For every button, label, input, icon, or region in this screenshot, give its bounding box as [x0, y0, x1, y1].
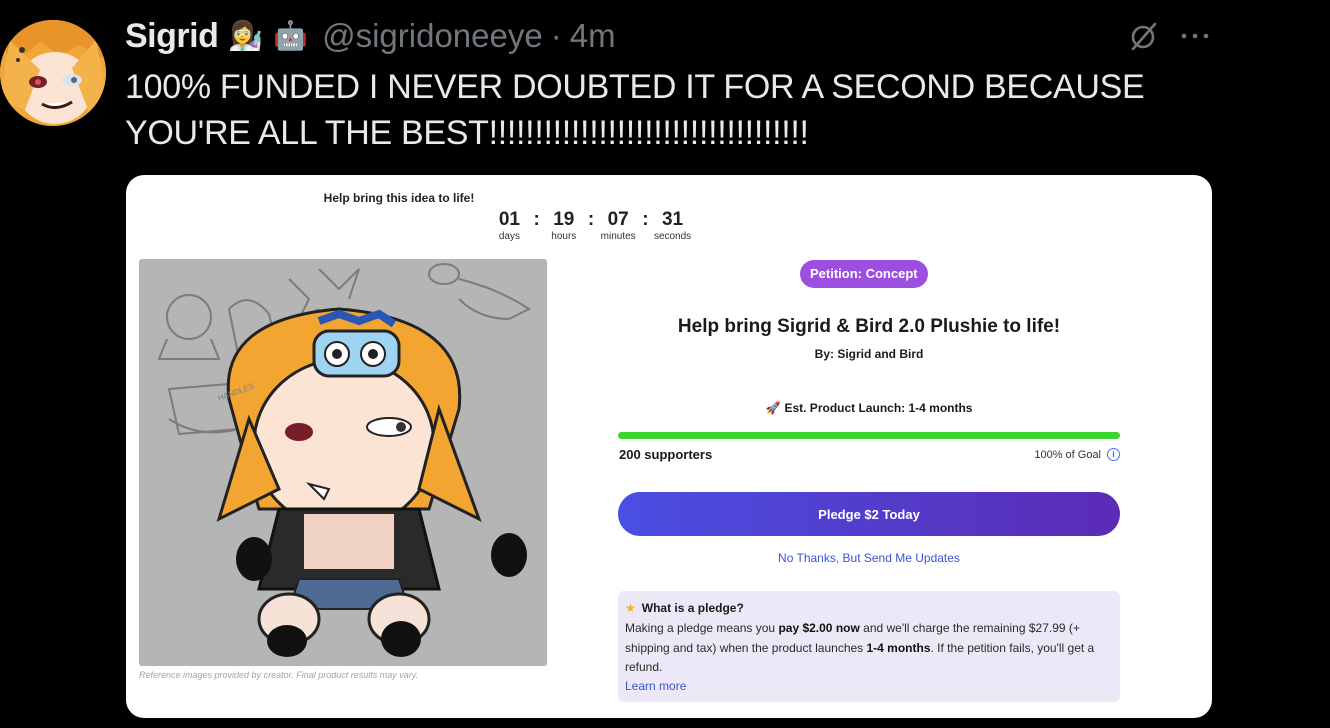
- countdown-days-label: days: [498, 231, 520, 242]
- pledge-button[interactable]: Pledge $2 Today: [618, 492, 1120, 536]
- countdown-minutes-label: minutes: [600, 231, 636, 242]
- countdown-timer: 01 days : 19 hours : 07 minutes : 31 sec…: [486, 209, 696, 242]
- display-name[interactable]: Sigrid: [125, 17, 219, 56]
- campaign-title: Help bring Sigrid & Bird 2.0 Plushie to …: [677, 316, 1061, 337]
- countdown-hours-label: hours: [551, 231, 577, 242]
- countdown-separator: :: [642, 209, 649, 230]
- countdown-days-value: 01: [498, 209, 520, 230]
- goal-text: 100% of Goal: [1034, 448, 1101, 461]
- supporter-count: 200 supporters: [619, 447, 713, 462]
- goal-percentage: 100% of Goal i: [1034, 448, 1120, 461]
- countdown-hours: 19 hours: [540, 209, 587, 242]
- tweet-media-image[interactable]: Help bring this idea to life! 01 days : …: [126, 175, 1212, 718]
- star-icon: ★: [625, 601, 636, 615]
- separator-dot: ·: [550, 17, 562, 54]
- countdown-seconds-value: 31: [661, 209, 684, 230]
- countdown-title: Help bring this idea to life!: [323, 191, 475, 205]
- robot-emoji-icon: 🤖: [273, 20, 309, 51]
- pledge-info-text: Making a pledge means you: [625, 621, 779, 635]
- learn-more-link[interactable]: Learn more: [625, 679, 1113, 693]
- product-illustration: HANDLES: [139, 259, 547, 666]
- tweet-header: Sigrid 👩‍🔬 🤖 @sigridoneeye · 4m: [125, 14, 616, 58]
- grok-icon[interactable]: [1128, 20, 1160, 52]
- countdown-separator: :: [587, 209, 595, 230]
- tweet-text: 100% FUNDED I NEVER DOUBTED IT FOR A SEC…: [125, 68, 1145, 152]
- image-disclaimer: Reference images provided by creator. Fi…: [139, 670, 419, 680]
- info-icon[interactable]: i: [1107, 448, 1120, 461]
- avatar[interactable]: [0, 20, 106, 126]
- funding-progress-fill: [618, 432, 1120, 439]
- countdown-separator: :: [533, 209, 540, 230]
- pledge-info-box: ★ What is a pledge? Making a pledge mean…: [618, 591, 1120, 702]
- timestamp[interactable]: 4m: [570, 17, 616, 55]
- pledge-amount-text: pay $2.00 now: [778, 621, 860, 635]
- launch-estimate: 🚀 Est. Product Launch: 1-4 months: [618, 401, 1120, 415]
- countdown-seconds-label: seconds: [653, 231, 692, 242]
- funding-progress-bar: [618, 432, 1120, 439]
- pledge-timeframe-text: 1-4 months: [866, 640, 931, 655]
- more-icon[interactable]: [1178, 20, 1212, 52]
- status-badge: Petition: Concept: [800, 260, 928, 288]
- user-handle[interactable]: @sigridoneeye: [322, 17, 543, 55]
- pledge-info-body: Making a pledge means you pay $2.00 now …: [625, 619, 1113, 678]
- rocket-icon: 🚀: [765, 401, 781, 415]
- countdown-minutes: 07 minutes: [595, 209, 642, 242]
- countdown-hours-value: 19: [553, 209, 575, 230]
- countdown-minutes-value: 07: [607, 209, 629, 230]
- countdown-seconds: 31 seconds: [649, 209, 696, 242]
- launch-estimate-text: Est. Product Launch: 1-4 months: [784, 401, 973, 415]
- pledge-info-title: ★ What is a pledge?: [625, 601, 1113, 615]
- pledge-info-heading: What is a pledge?: [641, 601, 744, 615]
- campaign-byline: By: Sigrid and Bird: [814, 347, 924, 361]
- avatar-image: [0, 20, 106, 126]
- no-thanks-link[interactable]: No Thanks, But Send Me Updates: [618, 551, 1120, 565]
- scientist-emoji-icon: 👩‍🔬: [228, 20, 264, 51]
- countdown-days: 01 days: [486, 209, 533, 242]
